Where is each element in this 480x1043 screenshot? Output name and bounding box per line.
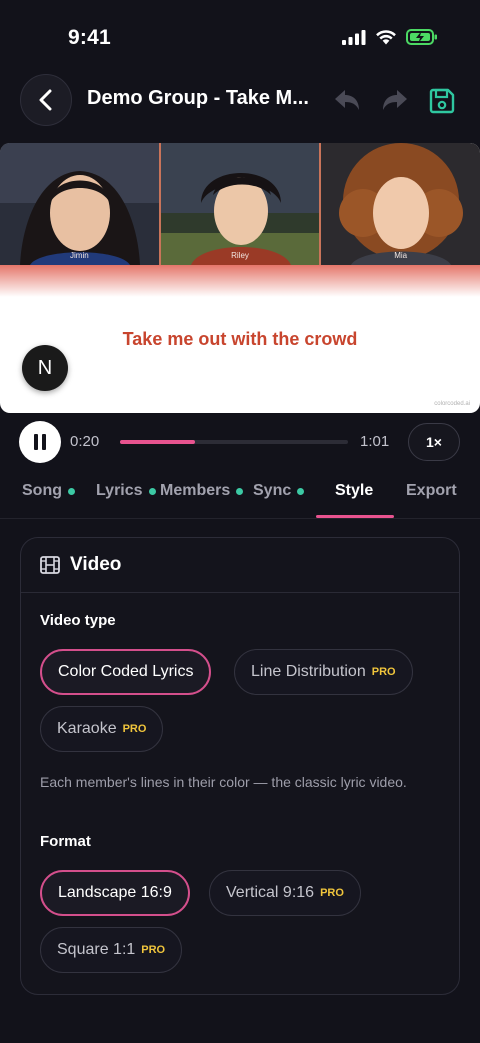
tab-members[interactable]: Members (160, 482, 244, 500)
tab-style[interactable]: Style (335, 482, 373, 500)
undo-icon (335, 90, 359, 110)
video-type-label: Video type (40, 612, 116, 629)
back-button[interactable] (20, 74, 72, 126)
active-tab-indicator (316, 515, 394, 518)
chevron-left-icon (39, 89, 52, 111)
member-name-label: Jimin (70, 251, 89, 260)
tab-label: Lyrics (96, 482, 143, 499)
option-line-distribution[interactable]: Line Distribution PRO (234, 649, 413, 695)
option-label: Line Distribution (251, 663, 366, 680)
video-settings-card: Video Video type Color Coded Lyrics Line… (20, 537, 460, 995)
film-icon (40, 556, 60, 574)
status-time: 9:41 (68, 26, 111, 49)
card-header: Video (21, 538, 459, 593)
option-label: Color Coded Lyrics (58, 663, 194, 680)
wifi-icon (376, 30, 396, 45)
option-label: Vertical 9:16 (226, 884, 315, 901)
redo-button[interactable] (381, 88, 409, 119)
battery-charging-icon (406, 29, 437, 45)
completed-dot (68, 487, 75, 495)
member-name-label: Mia (394, 251, 408, 260)
n-badge[interactable]: N (22, 345, 68, 391)
format-label: Format (40, 833, 91, 850)
tab-song[interactable]: Song (22, 482, 75, 500)
pause-icon (34, 434, 46, 450)
member-photo-2: Riley (158, 143, 320, 265)
option-label: Landscape 16:9 (58, 884, 172, 901)
color-band (0, 265, 480, 297)
tab-bar: Song Lyrics Members Sync Style Export (0, 470, 480, 519)
completed-dot (297, 487, 305, 495)
pause-button[interactable] (19, 421, 61, 463)
status-icons (342, 29, 438, 45)
tab-export[interactable]: Export (406, 482, 457, 500)
pro-badge: PRO (141, 944, 166, 956)
tab-label: Members (160, 482, 231, 499)
video-preview[interactable]: Jimin Riley Mia Take me out with the cro… (0, 143, 480, 413)
option-square[interactable]: Square 1:1 PRO (40, 927, 183, 973)
tab-label: Style (335, 482, 374, 499)
watermark: colorcoded.ai (434, 401, 470, 407)
portrait-image (0, 143, 159, 265)
option-landscape[interactable]: Landscape 16:9 (40, 870, 190, 916)
portrait-image (321, 143, 480, 265)
playback-controls: 0:20 1:01 1× (0, 421, 480, 463)
tab-label: Song (22, 482, 62, 499)
member-photo-3: Mia (319, 143, 480, 265)
option-label: Karaoke (57, 720, 117, 737)
member-photo-1: Jimin (0, 143, 159, 265)
redo-icon (383, 90, 407, 110)
status-bar: 9:41 (0, 0, 480, 80)
option-karaoke[interactable]: Karaoke PRO (40, 706, 164, 752)
card-title: Video (70, 554, 122, 575)
tab-label: Sync (253, 482, 292, 499)
video-type-description: Each member's lines in their color — the… (40, 774, 407, 790)
tab-lyrics[interactable]: Lyrics (96, 482, 156, 500)
speed-button[interactable]: 1× (408, 423, 460, 461)
progress-track[interactable] (120, 440, 348, 444)
progress-fill (120, 440, 196, 444)
pro-badge: PRO (371, 666, 396, 678)
save-icon (429, 88, 455, 114)
undo-button[interactable] (333, 88, 361, 119)
current-time: 0:20 (70, 433, 100, 450)
pro-badge: PRO (320, 887, 344, 899)
save-button[interactable] (428, 87, 456, 120)
lyric-line: Take me out with the crowd (122, 329, 358, 349)
signal-icon (342, 29, 366, 45)
member-name-label: Riley (231, 251, 249, 260)
tab-label: Export (406, 482, 457, 499)
option-label: Square 1:1 (57, 941, 136, 958)
option-color-coded-lyrics[interactable]: Color Coded Lyrics (40, 649, 212, 695)
member-photos: Jimin Riley Mia (0, 143, 480, 265)
page-title: Demo Group - Take M... (87, 87, 309, 109)
tab-sync[interactable]: Sync (253, 482, 305, 500)
pro-badge: PRO (122, 723, 147, 735)
portrait-image (160, 143, 320, 265)
completed-dot (148, 487, 156, 495)
total-time: 1:01 (360, 433, 390, 450)
option-vertical[interactable]: Vertical 9:16 PRO (209, 870, 361, 916)
nav-bar: Demo Group - Take M... (0, 74, 480, 128)
completed-dot (236, 487, 244, 495)
